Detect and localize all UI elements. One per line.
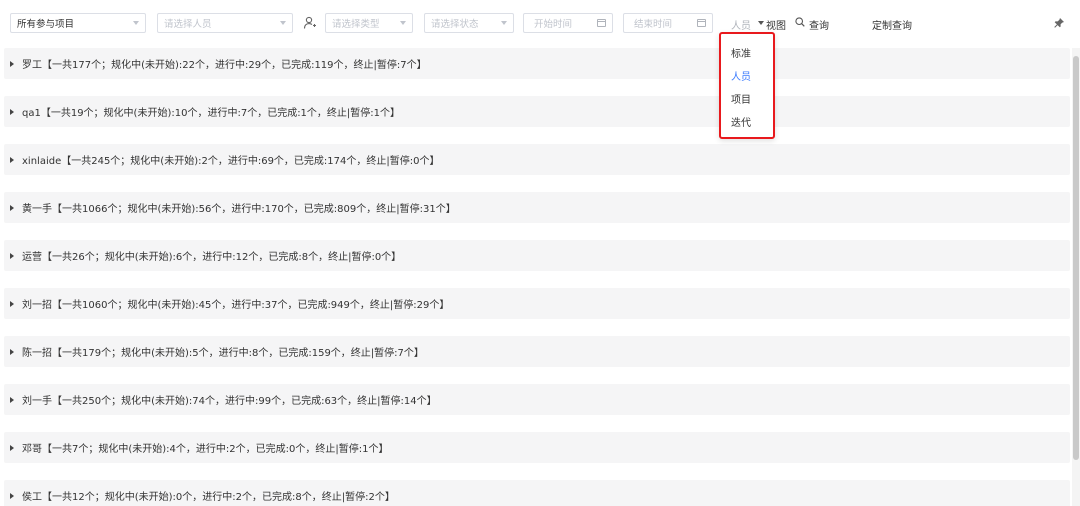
expand-arrow-icon[interactable] — [10, 492, 14, 499]
custom-query-button[interactable]: 定制查询 — [872, 17, 912, 32]
view-label: 视图 — [766, 21, 786, 32]
status-select-placeholder: 请选择状态 — [431, 19, 479, 30]
expand-arrow-icon[interactable] — [10, 444, 14, 451]
expand-arrow-icon[interactable] — [10, 348, 14, 355]
chevron-down-icon — [501, 21, 507, 25]
group-row-label: xinlaide【一共245个；规化中(未开始):2个，进行中:69个，已完成:… — [22, 156, 440, 167]
group-row-label: 运营【一共26个；规化中(未开始):6个，进行中:12个，已完成:8个，终止|暂… — [22, 252, 402, 263]
type-select-placeholder: 请选择类型 — [332, 19, 380, 30]
expand-arrow-icon[interactable] — [10, 252, 14, 259]
group-row-label: 侯工【一共12个；规化中(未开始):0个，进行中:2个，已完成:8个，终止|暂停… — [22, 492, 395, 503]
start-time-placeholder: 开始时间 — [534, 19, 573, 30]
expand-arrow-icon[interactable] — [10, 108, 14, 115]
group-row[interactable]: 罗工【一共177个；规化中(未开始):22个，进行中:29个，已完成:119个，… — [4, 48, 1070, 79]
end-time-input[interactable]: 结束时间 — [623, 13, 713, 33]
expand-arrow-icon[interactable] — [10, 204, 14, 211]
group-row-label: 刘一手【一共250个；规化中(未开始):74个，进行中:99个，已完成:63个，… — [22, 396, 437, 407]
expand-arrow-icon[interactable] — [10, 396, 14, 403]
group-row[interactable]: 运营【一共26个；规化中(未开始):6个，进行中:12个，已完成:8个，终止|暂… — [4, 240, 1070, 271]
group-row-label: 邓哥【一共7个；规化中(未开始):4个，进行中:2个，已完成:0个，终止|暂停:… — [22, 444, 389, 455]
person-select[interactable]: 请选择人员 — [157, 13, 293, 33]
group-row[interactable]: 刘一招【一共1060个；规化中(未开始):45个，进行中:37个，已完成:949… — [4, 288, 1070, 319]
start-time-input[interactable]: 开始时间 — [523, 13, 613, 33]
group-row[interactable]: 黄一手【一共1066个；规化中(未开始):56个，进行中:170个，已完成:80… — [4, 192, 1070, 223]
view-option-iteration[interactable]: 迭代 — [731, 114, 751, 129]
calendar-icon — [697, 19, 706, 27]
group-row-label: qa1【一共19个；规化中(未开始):10个，进行中:7个，已完成:1个，终止|… — [22, 108, 401, 119]
calendar-icon — [597, 19, 606, 27]
chevron-down-icon — [280, 21, 286, 25]
project-select[interactable]: 所有参与项目 — [10, 13, 146, 33]
person-icon[interactable] — [303, 16, 317, 30]
project-select-value: 所有参与项目 — [17, 19, 75, 30]
query-button[interactable]: 查询 — [809, 17, 829, 32]
status-select[interactable]: 请选择状态 — [424, 13, 514, 33]
group-row-label: 罗工【一共177个；规化中(未开始):22个，进行中:29个，已完成:119个，… — [22, 60, 427, 71]
view-option-standard[interactable]: 标准 — [731, 45, 751, 60]
filter-toolbar: 所有参与项目 请选择人员 请选择类型 请选择状态 开始时间 结束时间 人员 视图… — [0, 0, 1080, 44]
group-row[interactable]: xinlaide【一共245个；规化中(未开始):2个，进行中:69个，已完成:… — [4, 144, 1070, 175]
group-row-label: 黄一手【一共1066个；规化中(未开始):56个，进行中:170个，已完成:80… — [22, 204, 456, 215]
view-select-value[interactable]: 人员 — [731, 17, 751, 32]
expand-arrow-icon[interactable] — [10, 60, 14, 67]
group-row[interactable]: 刘一手【一共250个；规化中(未开始):74个，进行中:99个，已完成:63个，… — [4, 384, 1070, 415]
group-row[interactable]: 邓哥【一共7个；规化中(未开始):4个，进行中:2个，已完成:0个，终止|暂停:… — [4, 432, 1070, 463]
scrollbar-thumb[interactable] — [1073, 56, 1079, 460]
expand-arrow-icon[interactable] — [10, 300, 14, 307]
caret-down-icon[interactable] — [758, 21, 764, 25]
expand-arrow-icon[interactable] — [10, 156, 14, 163]
group-row[interactable]: qa1【一共19个；规化中(未开始):10个，进行中:7个，已完成:1个，终止|… — [4, 96, 1070, 127]
view-dropdown-menu: 标准 人员 项目 迭代 — [719, 32, 775, 139]
end-time-placeholder: 结束时间 — [634, 19, 673, 30]
chevron-down-icon — [400, 21, 406, 25]
group-row[interactable]: 侯工【一共12个；规化中(未开始):0个，进行中:2个，已完成:8个，终止|暂停… — [4, 480, 1070, 506]
pin-icon[interactable] — [1053, 17, 1065, 29]
person-select-placeholder: 请选择人员 — [164, 19, 212, 30]
group-row[interactable]: 陈一招【一共179个；规化中(未开始):5个，进行中:8个，已完成:159个，终… — [4, 336, 1070, 367]
group-row-label: 陈一招【一共179个；规化中(未开始):5个，进行中:8个，已完成:159个，终… — [22, 348, 424, 359]
view-option-project[interactable]: 项目 — [731, 91, 751, 106]
group-row-label: 刘一招【一共1060个；规化中(未开始):45个，进行中:37个，已完成:949… — [22, 300, 450, 311]
view-option-person[interactable]: 人员 — [731, 68, 751, 83]
type-select[interactable]: 请选择类型 — [325, 13, 413, 33]
chevron-down-icon — [133, 21, 139, 25]
search-icon[interactable] — [795, 17, 805, 27]
